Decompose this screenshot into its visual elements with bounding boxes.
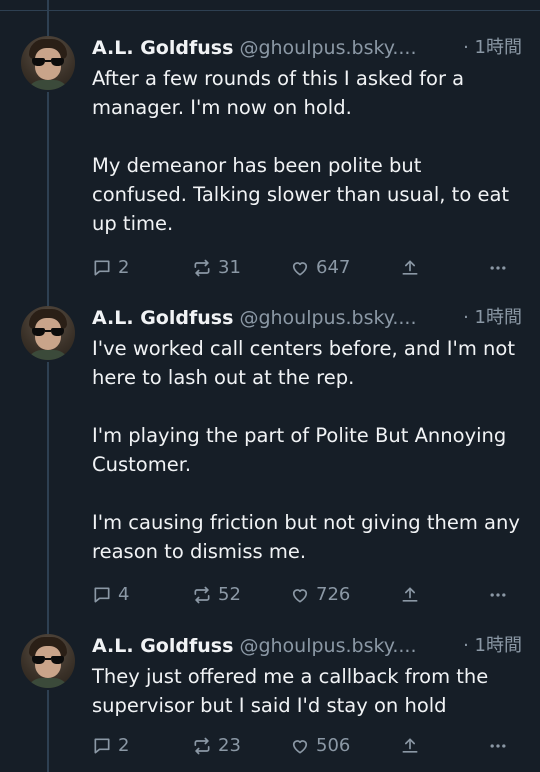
post-text: I've worked call centers before, and I'm… [92,334,522,566]
more-options-button[interactable] [488,734,508,758]
thread-line [47,0,49,36]
share-upload-icon [402,260,418,275]
avatar[interactable] [21,306,75,360]
post-header: A.L. Goldfuss @ghoulpus.bsky.... · 1時間 [92,306,522,330]
more-options-button[interactable] [488,583,508,607]
more-dots-icon [490,593,506,597]
repost-button[interactable]: 23 [192,734,241,758]
post-time[interactable]: · 1時間 [463,634,522,658]
repost-count: 52 [218,584,241,605]
author-name[interactable]: A.L. Goldfuss [92,307,233,329]
author-name[interactable]: A.L. Goldfuss [92,37,233,59]
reply-count: 4 [118,584,130,605]
like-count: 726 [316,584,351,605]
like-button[interactable]: 726 [290,583,350,607]
author-handle[interactable]: @ghoulpus.bsky.... [239,37,416,59]
repost-button[interactable]: 52 [192,583,241,607]
speech-bubble-icon [94,260,110,276]
repost-arrows-icon [194,586,210,604]
post-paragraph: My demeanor has been polite but confused… [92,154,510,235]
like-button[interactable]: 647 [290,256,350,280]
share-upload-icon [402,738,418,753]
post-text: They just offered me a callback from the… [92,662,522,720]
post-paragraph: I've worked call centers before, and I'm… [92,337,515,389]
reply-button[interactable]: 4 [92,583,129,607]
share-button[interactable] [400,583,420,607]
post-actions: 2 31 647 [92,256,522,280]
author-handle[interactable]: @ghoulpus.bsky.... [239,635,416,657]
repost-count: 23 [218,735,241,756]
post-paragraph: I'm causing friction but not giving them… [92,511,520,563]
author-handle[interactable]: @ghoulpus.bsky.... [239,307,416,329]
heart-icon [292,589,308,603]
repost-arrows-icon [194,259,210,277]
heart-icon [292,740,308,754]
avatar[interactable] [21,36,75,90]
reply-count: 2 [118,735,130,756]
avatar[interactable] [21,634,75,688]
reply-button[interactable]: 2 [92,256,129,280]
more-options-button[interactable] [488,256,508,280]
repost-count: 31 [218,257,241,278]
more-dots-icon [490,266,506,270]
post[interactable]: A.L. Goldfuss @ghoulpus.bsky.... · 1時間 T… [0,634,540,764]
post-time[interactable]: · 1時間 [463,36,522,60]
top-divider [0,10,540,11]
post-text: After a few rounds of this I asked for a… [92,64,522,238]
like-count: 647 [316,257,351,278]
like-button[interactable]: 506 [290,734,350,758]
heart-icon [292,262,308,276]
share-upload-icon [402,587,418,602]
post-actions: 4 52 726 [92,583,522,607]
post-paragraph: I'm playing the part of Polite But Annoy… [92,424,507,476]
reply-button[interactable]: 2 [92,734,129,758]
repost-button[interactable]: 31 [192,256,241,280]
post[interactable]: A.L. Goldfuss @ghoulpus.bsky.... · 1時間 I… [0,306,540,616]
repost-arrows-icon [194,737,210,755]
share-button[interactable] [400,734,420,758]
post-actions: 2 23 506 [92,734,522,758]
speech-bubble-icon [94,587,110,603]
share-button[interactable] [400,256,420,280]
post[interactable]: A.L. Goldfuss @ghoulpus.bsky.... · 1時間 A… [0,36,540,286]
post-header: A.L. Goldfuss @ghoulpus.bsky.... · 1時間 [92,36,522,60]
post-time[interactable]: · 1時間 [463,306,522,330]
post-paragraph: After a few rounds of this I asked for a… [92,67,465,119]
more-dots-icon [490,744,506,748]
like-count: 506 [316,735,351,756]
author-name[interactable]: A.L. Goldfuss [92,635,233,657]
speech-bubble-icon [94,738,110,754]
post-header: A.L. Goldfuss @ghoulpus.bsky.... · 1時間 [92,634,522,658]
reply-count: 2 [118,257,130,278]
post-paragraph: They just offered me a callback from the… [92,665,489,717]
